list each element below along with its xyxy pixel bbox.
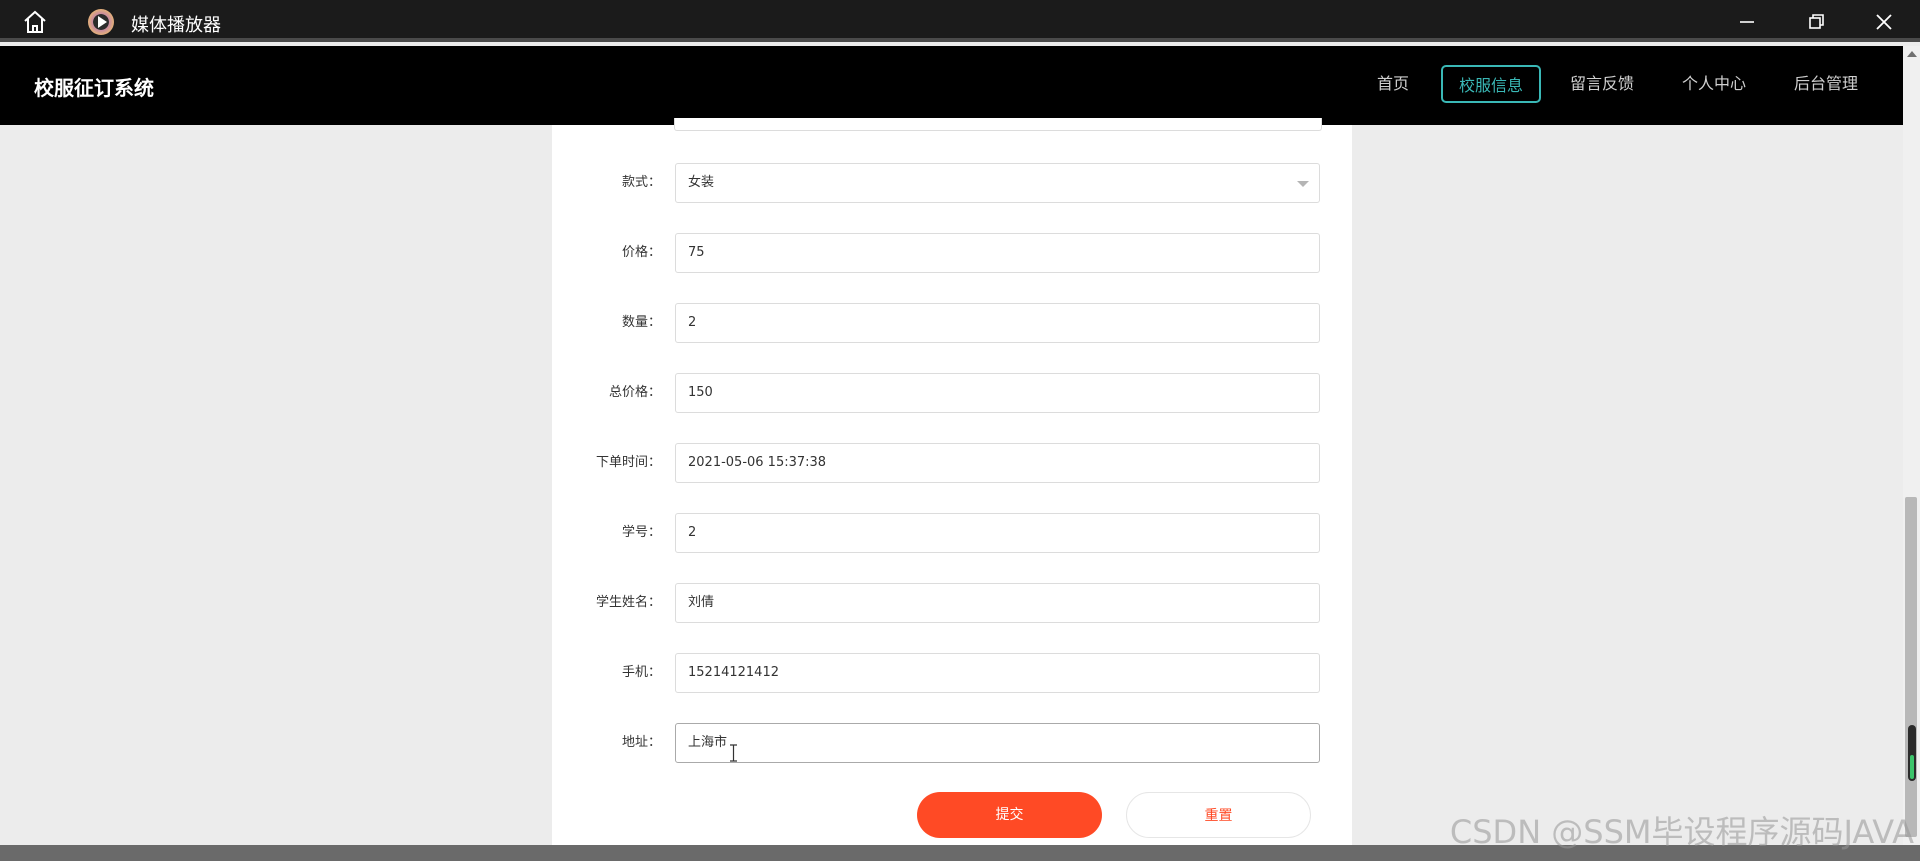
field-label: 手机： xyxy=(621,665,661,680)
student-id-input[interactable]: 2 xyxy=(675,513,1320,553)
site-title: 校服征订系统 xyxy=(34,76,154,100)
scroll-up-icon[interactable] xyxy=(1907,51,1917,57)
field-label: 价格： xyxy=(621,245,661,260)
submit-button[interactable]: 提交 xyxy=(917,792,1102,838)
restore-icon[interactable] xyxy=(1804,10,1828,34)
player-title: 媒体播放器 xyxy=(131,15,221,36)
player-title-bar: 媒体播放器 xyxy=(0,0,1920,42)
form-row-quantity: 数量： 2 xyxy=(0,303,1920,343)
volume-slider[interactable] xyxy=(1908,725,1916,781)
form-row-price: 价格： 75 xyxy=(0,233,1920,273)
text-cursor-icon xyxy=(729,744,738,762)
field-label: 地址： xyxy=(621,735,661,750)
home-icon[interactable] xyxy=(20,9,50,35)
field-label: 款式： xyxy=(621,175,661,190)
reset-button[interactable]: 重置 xyxy=(1126,792,1311,838)
form-row-phone: 手机： 15214121412 xyxy=(0,653,1920,693)
site-header: 校服征订系统 首页 校服信息 留言反馈 个人中心 后台管理 xyxy=(0,46,1903,125)
chevron-down-icon xyxy=(1297,181,1309,187)
style-select[interactable]: 女装 xyxy=(675,163,1320,203)
minimize-icon[interactable] xyxy=(1735,10,1759,34)
form-row-total-price: 总价格： 150 xyxy=(0,373,1920,413)
form-row-style: 款式： 女装 xyxy=(0,163,1920,203)
nav-home[interactable]: 首页 xyxy=(1362,65,1424,103)
field-label: 学生姓名： xyxy=(595,595,661,610)
nav-uniform-info[interactable]: 校服信息 xyxy=(1441,65,1541,103)
watermark: CSDN @SSM毕设程序源码JAVA xyxy=(1449,813,1914,851)
play-logo-icon xyxy=(88,9,114,35)
scrollbar-thumb[interactable] xyxy=(1905,497,1917,837)
price-input[interactable]: 75 xyxy=(675,233,1320,273)
phone-input[interactable]: 15214121412 xyxy=(675,653,1320,693)
order-time-input[interactable]: 2021-05-06 15:37:38 xyxy=(675,443,1320,483)
nav-feedback[interactable]: 留言反馈 xyxy=(1560,65,1644,103)
field-label: 数量： xyxy=(621,315,661,330)
form-row-student-name: 学生姓名： 刘倩 xyxy=(0,583,1920,623)
previous-field-input[interactable] xyxy=(674,118,1322,131)
field-label: 学号： xyxy=(621,525,661,540)
close-icon[interactable] xyxy=(1872,10,1896,34)
nav-admin[interactable]: 后台管理 xyxy=(1784,65,1868,103)
nav-personal-center[interactable]: 个人中心 xyxy=(1672,65,1756,103)
form-row-student-id: 学号： 2 xyxy=(0,513,1920,553)
form-row-order-time: 下单时间： 2021-05-06 15:37:38 xyxy=(0,443,1920,483)
address-input[interactable]: 上海市 xyxy=(675,723,1320,763)
quantity-input[interactable]: 2 xyxy=(675,303,1320,343)
field-label: 下单时间： xyxy=(595,455,661,470)
total-price-input[interactable]: 150 xyxy=(675,373,1320,413)
volume-level xyxy=(1910,755,1914,779)
select-value: 女装 xyxy=(688,175,715,190)
field-label: 总价格： xyxy=(608,385,661,400)
student-name-input[interactable]: 刘倩 xyxy=(675,583,1320,623)
form-row-address: 地址： 上海市 xyxy=(0,723,1920,763)
